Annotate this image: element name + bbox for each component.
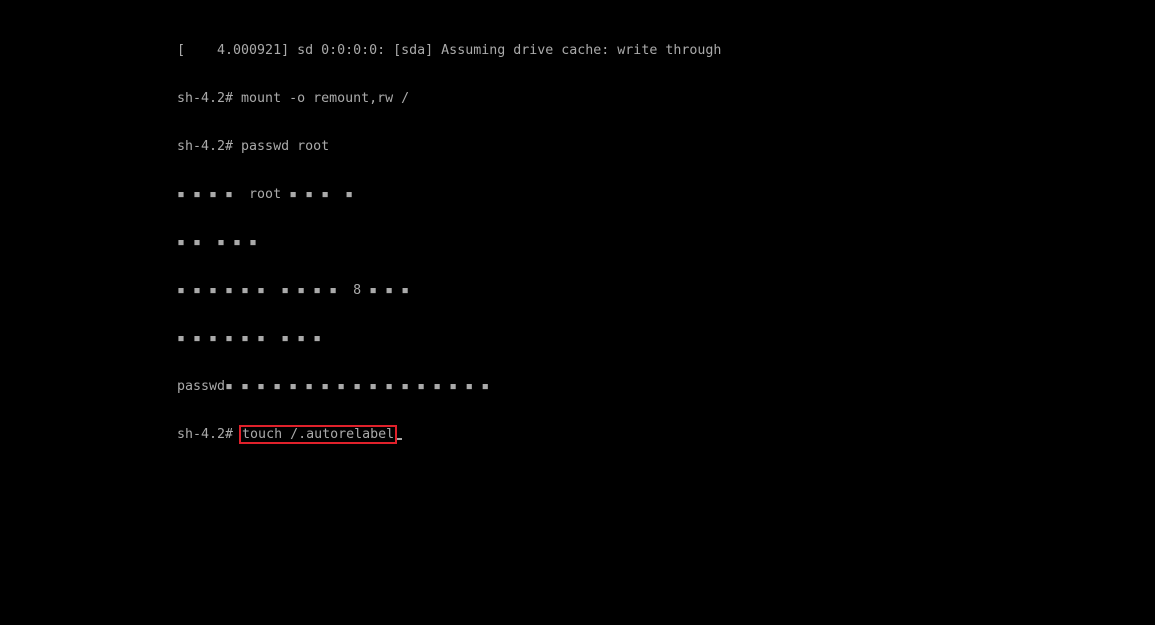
text-cursor	[395, 438, 403, 440]
output-line: ▪ ▪ ▪ ▪ root ▪ ▪ ▪ ▪	[177, 187, 354, 202]
output-line: passwd▪ ▪ ▪ ▪ ▪ ▪ ▪ ▪ ▪ ▪ ▪ ▪ ▪ ▪ ▪ ▪ ▪	[177, 379, 490, 394]
kernel-log-line: [ 4.000921] sd 0:0:0:0: [sda] Assuming d…	[177, 43, 722, 58]
output-line: ▪ ▪ ▪ ▪ ▪ ▪ ▪ ▪ ▪	[177, 331, 322, 346]
highlighted-command: touch /.autorelabel	[239, 425, 398, 444]
shell-prompt: sh-4.2#	[177, 427, 242, 442]
command-line-passwd: sh-4.2# passwd root	[177, 139, 330, 154]
output-line: ▪ ▪ ▪ ▪ ▪ ▪ ▪ ▪ ▪ ▪ 8 ▪ ▪ ▪	[177, 283, 410, 298]
command-line-mount: sh-4.2# mount -o remount,rw /	[177, 91, 410, 106]
terminal-console[interactable]: [ 4.000921] sd 0:0:0:0: [sda] Assuming d…	[177, 11, 721, 459]
output-line: ▪ ▪ ▪ ▪ ▪	[177, 235, 258, 250]
current-input-line[interactable]: sh-4.2# touch /.autorelabel	[177, 425, 721, 444]
